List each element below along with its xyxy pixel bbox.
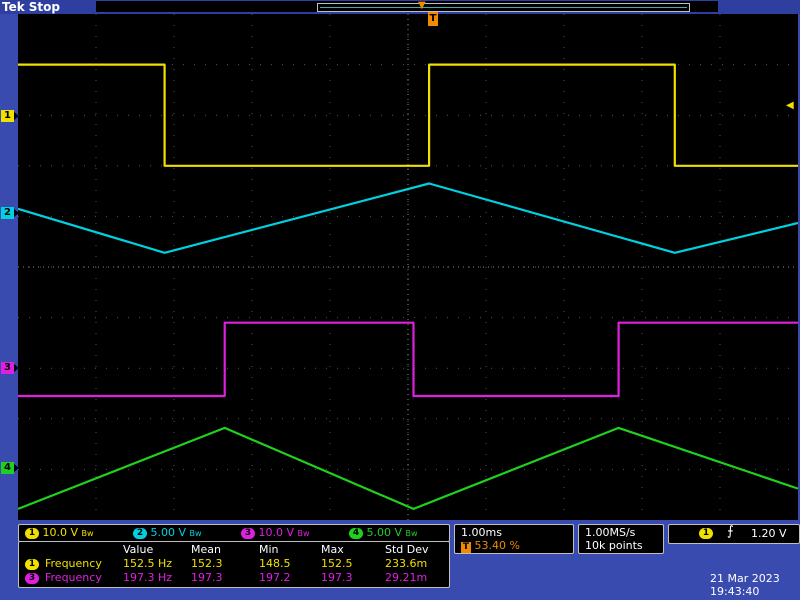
col-min: Min bbox=[259, 543, 279, 556]
meas3-max: 197.3 bbox=[321, 571, 353, 584]
col-value: Value bbox=[123, 543, 154, 556]
trigger-marker[interactable]: T bbox=[428, 12, 438, 26]
measurement-panel[interactable]: Value Mean Min Max Std Dev 1 Frequency 1… bbox=[18, 541, 450, 588]
meas1-name: Frequency bbox=[45, 557, 102, 570]
ch1-bandwidth-icon: Bw bbox=[81, 529, 94, 538]
ch3-bandwidth-icon: Bw bbox=[297, 529, 310, 538]
date-time: 21 Mar 2023 19:43:40 bbox=[710, 572, 800, 600]
ch3-marker-label: 3 bbox=[4, 362, 11, 373]
ch1-marker-label: 1 bbox=[4, 110, 11, 121]
ch4-marker-label: 4 bbox=[4, 462, 11, 473]
ch4-badge: 4 bbox=[349, 527, 363, 539]
meas3-mean: 197.3 bbox=[191, 571, 223, 584]
ch3-marker[interactable]: 3 bbox=[1, 362, 19, 374]
waveform-ch4 bbox=[18, 426, 798, 510]
trigger-source-badge: 1 bbox=[699, 528, 713, 539]
time: 19:43:40 bbox=[710, 585, 760, 598]
sample-rate: 1.00MS/s bbox=[585, 526, 636, 539]
ch2-marker-label: 2 bbox=[4, 207, 11, 218]
ch1-scale-value: 10.0 V bbox=[42, 526, 79, 539]
meas1-badge: 1 bbox=[25, 558, 39, 570]
record-length: 10k points bbox=[585, 539, 643, 552]
ch3-scale[interactable]: 3 10.0 V Bw bbox=[241, 526, 310, 540]
meas1-mean: 152.3 bbox=[191, 557, 223, 570]
meas3-value: 197.3 Hz bbox=[123, 571, 173, 584]
meas1-value: 152.5 Hz bbox=[123, 557, 173, 570]
ch2-bandwidth-icon: Bw bbox=[189, 529, 202, 538]
record-view-window[interactable] bbox=[317, 3, 690, 12]
ch2-scale-value: 5.00 V bbox=[150, 526, 187, 539]
meas1-max: 152.5 bbox=[321, 557, 353, 570]
horizontal-scale: 1.00ms bbox=[461, 526, 502, 539]
acquisition-state: Stop bbox=[28, 0, 60, 14]
ch4-marker[interactable]: 4 bbox=[1, 462, 19, 474]
meas3-name: Frequency bbox=[45, 571, 102, 584]
scope-graticule bbox=[18, 14, 798, 520]
channel-scale-bar[interactable]: 1 10.0 V Bw 2 5.00 V Bw 3 10.0 V Bw 4 5.… bbox=[18, 524, 450, 542]
meas3-badge: 3 bbox=[25, 572, 39, 584]
waveform-display[interactable] bbox=[18, 14, 798, 520]
brand-label: Tek Stop bbox=[2, 0, 64, 14]
meas3-min: 197.2 bbox=[259, 571, 291, 584]
ch3-scale-value: 10.0 V bbox=[258, 526, 295, 539]
trigger-level: 1.20 V bbox=[751, 527, 787, 540]
ch2-scale[interactable]: 2 5.00 V Bw bbox=[133, 526, 202, 540]
measurement-row-ch3[interactable]: 3 Frequency 197.3 Hz 197.3 197.2 197.3 2… bbox=[19, 571, 449, 585]
measurement-header-row: Value Mean Min Max Std Dev bbox=[19, 543, 449, 557]
ch1-badge: 1 bbox=[25, 527, 39, 539]
ch1-scale[interactable]: 1 10.0 V Bw bbox=[25, 526, 94, 540]
col-max: Max bbox=[321, 543, 344, 556]
measurement-row-ch1[interactable]: 1 Frequency 152.5 Hz 152.3 148.5 152.5 2… bbox=[19, 557, 449, 571]
brand-name: Tek bbox=[2, 0, 25, 14]
meas1-min: 148.5 bbox=[259, 557, 291, 570]
col-mean: Mean bbox=[191, 543, 221, 556]
meas1-std: 233.6m bbox=[385, 557, 428, 570]
trigger-position-value: 53.40 % bbox=[474, 539, 520, 552]
waveform-ch2 bbox=[18, 182, 798, 254]
col-std-dev: Std Dev bbox=[385, 543, 429, 556]
trigger-source: 1 bbox=[702, 528, 710, 538]
ch4-scale[interactable]: 4 5.00 V Bw bbox=[349, 526, 418, 540]
meas3-std: 29.21m bbox=[385, 571, 428, 584]
date: 21 Mar 2023 bbox=[710, 572, 780, 585]
ch4-scale-value: 5.00 V bbox=[366, 526, 403, 539]
trigger-position-badge: T bbox=[461, 542, 471, 553]
trigger-position-icon: ▼ bbox=[418, 0, 426, 11]
ch3-badge: 3 bbox=[241, 527, 255, 539]
record-view-bar[interactable] bbox=[96, 1, 718, 12]
ch4-bandwidth-icon: Bw bbox=[405, 529, 418, 538]
ch2-badge: 2 bbox=[133, 527, 147, 539]
ch2-marker[interactable]: 2 bbox=[1, 207, 19, 219]
timebase-readout[interactable]: 1.00ms T 53.40 % bbox=[454, 524, 574, 554]
acquisition-readout[interactable]: 1.00MS/s 10k points bbox=[578, 524, 664, 554]
ch1-marker[interactable]: 1 bbox=[1, 110, 19, 122]
top-status-bar: Tek Stop ▼ bbox=[0, 0, 800, 14]
trigger-level-icon: ◀ bbox=[786, 100, 794, 111]
trigger-readout[interactable]: 1 ⨍ 1.20 V bbox=[668, 524, 800, 544]
rising-edge-icon: ⨍ bbox=[727, 524, 734, 539]
